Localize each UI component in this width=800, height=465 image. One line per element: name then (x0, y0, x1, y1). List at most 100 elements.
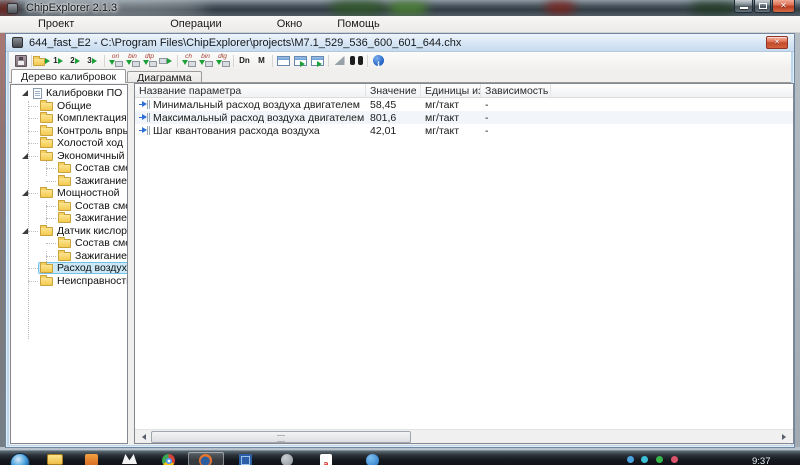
folder-icon (58, 162, 71, 174)
search-button[interactable] (348, 53, 365, 68)
tree-item-power-mixture[interactable]: Состав смеси (11, 199, 127, 213)
window-export-icon (311, 55, 324, 67)
folder-icon (40, 262, 53, 274)
menu-project[interactable]: Проект (32, 17, 80, 31)
scroll-right-button[interactable] (778, 431, 793, 443)
bookmark-icon: M (258, 56, 265, 65)
close-button[interactable] (772, 0, 795, 13)
toolbar-separator (104, 54, 105, 67)
tab-bar: Дерево калибровок Диаграмма (9, 69, 791, 84)
folder-icon (40, 274, 53, 286)
import-dtp-button[interactable]: dtp (141, 53, 158, 68)
column-header-name[interactable]: Название параметра (135, 84, 366, 97)
blue-app-icon[interactable] (366, 454, 379, 465)
window-button[interactable] (275, 53, 292, 68)
tray-icon[interactable] (627, 456, 634, 463)
window-import-icon (294, 55, 307, 67)
table-row[interactable]: Минимальный расход воздуха двигателем 58… (135, 98, 793, 111)
compare-button[interactable]: Dn (236, 53, 253, 68)
tree-item-power-ignition[interactable]: Зажигание (11, 212, 127, 225)
table-row[interactable]: Максимальный расход воздуха двигателем 8… (135, 111, 793, 124)
load-1-button[interactable]: 1 (51, 53, 68, 68)
expander-icon[interactable] (22, 190, 28, 196)
tree-item-oxygen-sensor[interactable]: Датчик кислорода (11, 224, 127, 238)
chrome-icon[interactable] (162, 454, 175, 465)
tree-item-label: Состав смеси (75, 237, 127, 250)
scroll-left-button[interactable] (135, 431, 150, 443)
bookmark-button[interactable]: M (253, 53, 270, 68)
folder-icon (40, 99, 53, 111)
folder-icon (58, 174, 71, 186)
firefox-icon[interactable] (199, 454, 212, 465)
column-header-dependency[interactable]: Зависимость (481, 84, 551, 97)
menu-window[interactable]: Окно (271, 17, 309, 31)
glass-blur (690, 3, 736, 13)
tree-item-oxygen-ignition[interactable]: Зажигание (11, 249, 127, 263)
menu-help[interactable]: Помощь (331, 17, 386, 31)
window-import-button[interactable] (292, 53, 309, 68)
column-header-filler (551, 84, 793, 97)
export-ch-button[interactable]: ch (180, 53, 197, 68)
tree-item-economy-ignition[interactable]: Зажигание (11, 174, 127, 188)
mail-icon[interactable] (122, 454, 137, 464)
word-icon[interactable] (239, 454, 252, 465)
import-ori-button[interactable]: ori (107, 53, 124, 68)
orange-app-icon[interactable] (85, 454, 98, 465)
tree-item-general[interactable]: Общие (11, 99, 127, 113)
parameter-dependency-cell: - (485, 124, 489, 137)
folder-icon (40, 187, 53, 199)
tree-item-injection-control[interactable]: Контроль впрыска (11, 124, 127, 138)
scrollbar-thumb[interactable] (151, 431, 411, 443)
load-2-button[interactable]: 2 (68, 53, 85, 68)
export-dlg-button[interactable]: dlg (214, 53, 231, 68)
tray-icon[interactable] (671, 456, 678, 463)
gray-app-icon[interactable] (281, 454, 293, 465)
document-close-button[interactable] (766, 36, 788, 49)
document-window: 644_fast_E2 - C:\Program Files\ChipExplo… (5, 33, 795, 448)
start-orb-icon[interactable] (10, 453, 30, 465)
clock[interactable]: 9:37 (752, 456, 771, 465)
menu-operations[interactable]: Операции (164, 17, 227, 31)
explorer-icon[interactable] (47, 454, 63, 465)
tree-item-economy-mixture[interactable]: Состав смеси (11, 162, 127, 175)
tree-item-idle[interactable]: Холостой ход (11, 137, 127, 150)
acrobat-icon[interactable] (320, 454, 332, 465)
table-row[interactable]: Шаг квантования расхода воздуха 42,01 мг… (135, 124, 793, 137)
save-button[interactable] (12, 53, 29, 68)
document-titlebar[interactable]: 644_fast_E2 - C:\Program Files\ChipExplo… (6, 34, 794, 52)
tree-item-power[interactable]: Мощностной (11, 187, 127, 200)
import-chip-icon (158, 57, 167, 64)
column-header-units[interactable]: Единицы изме... (421, 84, 481, 97)
taskbar: 9:37 (0, 450, 800, 465)
tray-icon[interactable] (656, 456, 663, 463)
expander-icon[interactable] (22, 227, 28, 234)
tree-item-label: Калибровки ПО (46, 87, 123, 100)
window-export-button[interactable] (309, 53, 326, 68)
tree-item-faults[interactable]: Неисправности (11, 274, 127, 288)
import-chip-button[interactable] (158, 53, 175, 68)
binoculars-icon (350, 56, 363, 65)
toolbar-separator (328, 54, 329, 67)
tree-item-economy[interactable]: Экономичный (11, 149, 127, 163)
maximize-button[interactable] (754, 0, 771, 13)
tree-item-configuration[interactable]: Комплектация (11, 112, 127, 125)
folder-icon (40, 224, 53, 236)
column-header-value[interactable]: Значение (366, 84, 421, 97)
tree-item-air-flow[interactable]: Расход воздуха (11, 262, 127, 275)
open-project-button[interactable] (32, 53, 51, 68)
tab-calibration-tree[interactable]: Дерево калибровок (11, 69, 127, 83)
export-bin-button[interactable]: bin (197, 53, 214, 68)
chart-icon (334, 56, 345, 65)
parameter-value-cell: 42,01 (370, 124, 397, 137)
info-button[interactable] (370, 53, 387, 68)
tray-icon[interactable] (641, 456, 648, 463)
minimize-button[interactable] (734, 0, 753, 13)
expander-icon[interactable] (22, 90, 28, 96)
load-3-button[interactable]: 3 (85, 53, 102, 68)
tree-item-oxygen-mixture[interactable]: Состав смеси (11, 237, 127, 250)
chart-button[interactable] (331, 53, 348, 68)
horizontal-scrollbar[interactable] (135, 429, 793, 443)
expander-icon[interactable] (22, 152, 28, 159)
import-bin-button[interactable]: bin (124, 53, 141, 68)
tree-root-calibrations[interactable]: Калибровки ПО (11, 87, 127, 100)
